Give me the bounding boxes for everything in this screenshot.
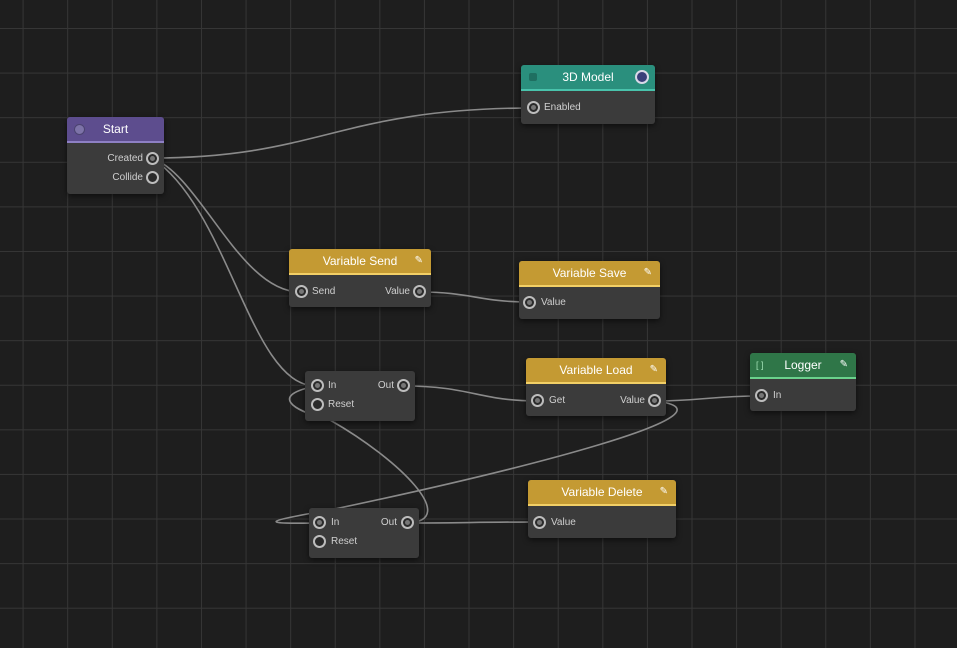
variable-send-node-header[interactable]: Variable Send ✎ xyxy=(289,249,431,275)
3d-model-enabled-port[interactable] xyxy=(527,101,540,114)
variable-load-value-label: Value xyxy=(620,395,645,406)
start-node-icon xyxy=(74,124,85,135)
variable-load-node-header[interactable]: Variable Load ✎ xyxy=(526,358,666,384)
variable-save-value-label: Value xyxy=(541,297,566,308)
3d-model-enabled-row: Enabled xyxy=(521,100,655,116)
logger-node[interactable]: [ ] Logger ✎ In xyxy=(750,353,856,411)
edit-icon[interactable]: ✎ xyxy=(415,249,423,273)
wire-variable-send-to-variable-save[interactable] xyxy=(419,291,530,303)
gate2-out-label: Out xyxy=(380,517,397,528)
gate2-reset-port[interactable] xyxy=(313,535,326,548)
logger-node-title: Logger xyxy=(784,358,822,372)
variable-save-node-header[interactable]: Variable Save ✎ xyxy=(519,261,660,287)
variable-save-value-port[interactable] xyxy=(523,296,536,309)
variable-send-send-label: Send xyxy=(312,286,336,297)
variable-delete-node-title: Variable Delete xyxy=(561,485,643,499)
edit-icon[interactable]: ✎ xyxy=(840,353,848,377)
gate2-reset-row: Reset xyxy=(309,534,419,550)
variable-load-row: Get Value xyxy=(526,393,666,409)
gate-node-1[interactable]: In Out Reset xyxy=(305,371,415,421)
bracket-icon: [ ] xyxy=(756,360,764,370)
gate1-in-port[interactable] xyxy=(311,379,324,392)
variable-save-value-row: Value xyxy=(519,295,660,311)
variable-delete-value-port[interactable] xyxy=(533,516,546,529)
logger-in-port[interactable] xyxy=(755,389,768,402)
wire-gate1-out-to-variable-load[interactable] xyxy=(403,385,538,402)
logger-in-label: In xyxy=(773,390,782,401)
gate2-out-port[interactable] xyxy=(401,516,414,529)
variable-load-get-port[interactable] xyxy=(531,394,544,407)
gate1-out-port[interactable] xyxy=(397,379,410,392)
logger-in-row: In xyxy=(750,388,856,404)
edit-icon[interactable]: ✎ xyxy=(650,358,658,382)
variable-save-node[interactable]: Variable Save ✎ Value xyxy=(519,261,660,319)
start-node-header[interactable]: Start xyxy=(67,117,164,143)
cube-icon xyxy=(529,73,537,81)
variable-load-get-label: Get xyxy=(549,395,566,406)
3d-model-node[interactable]: 3D Model Enabled xyxy=(521,65,655,124)
wire-start-created-to-model-enabled[interactable] xyxy=(151,107,533,159)
wire-variable-load-to-logger[interactable] xyxy=(654,395,762,402)
start-created-label: Created xyxy=(107,153,143,164)
variable-delete-value-row: Value xyxy=(528,515,676,531)
gate1-out-label: Out xyxy=(377,380,394,391)
start-created-port[interactable] xyxy=(146,152,159,165)
variable-load-node[interactable]: Variable Load ✎ Get Value xyxy=(526,358,666,416)
gate1-reset-row: Reset xyxy=(305,397,415,413)
variable-delete-node[interactable]: Variable Delete ✎ Value xyxy=(528,480,676,538)
edit-icon[interactable]: ✎ xyxy=(644,261,652,285)
start-collide-label: Collide xyxy=(112,172,143,183)
edit-icon[interactable]: ✎ xyxy=(660,480,668,504)
variable-load-node-title: Variable Load xyxy=(559,363,633,377)
variable-save-node-title: Variable Save xyxy=(552,266,627,280)
3d-model-output-port[interactable] xyxy=(635,70,649,84)
gate1-in-row: In Out xyxy=(305,378,415,394)
variable-send-row: Send Value xyxy=(289,284,431,300)
variable-send-node[interactable]: Variable Send ✎ Send Value xyxy=(289,249,431,307)
variable-send-value-label: Value xyxy=(385,286,410,297)
gate1-in-label: In xyxy=(328,380,337,391)
variable-delete-node-header[interactable]: Variable Delete ✎ xyxy=(528,480,676,506)
wire-gate2-out-to-variable-delete[interactable] xyxy=(407,521,540,524)
gate2-in-port[interactable] xyxy=(313,516,326,529)
gate2-in-row: In Out xyxy=(309,515,419,531)
variable-delete-value-label: Value xyxy=(551,517,576,528)
logger-node-header[interactable]: [ ] Logger ✎ xyxy=(750,353,856,379)
gate2-reset-label: Reset xyxy=(331,536,358,547)
3d-model-node-title: 3D Model xyxy=(562,70,614,84)
gate1-reset-label: Reset xyxy=(328,399,355,410)
start-collide-row: Collide xyxy=(67,170,164,186)
3d-model-enabled-label: Enabled xyxy=(544,102,581,113)
gate-node-2[interactable]: In Out Reset xyxy=(309,508,419,558)
3d-model-node-header[interactable]: 3D Model xyxy=(521,65,655,91)
start-collide-port[interactable] xyxy=(146,171,159,184)
start-node[interactable]: Start Created Collide xyxy=(67,117,164,194)
variable-load-value-port[interactable] xyxy=(648,394,661,407)
wire-start-created-to-variable-send[interactable] xyxy=(151,157,301,293)
gate1-reset-port[interactable] xyxy=(311,398,324,411)
start-node-title: Start xyxy=(102,122,129,136)
start-created-row: Created xyxy=(67,151,164,167)
connection-wires xyxy=(151,107,762,525)
gate2-in-label: In xyxy=(331,517,340,528)
variable-send-value-port[interactable] xyxy=(413,285,426,298)
variable-send-send-port[interactable] xyxy=(295,285,308,298)
variable-send-node-title: Variable Send xyxy=(322,254,398,268)
